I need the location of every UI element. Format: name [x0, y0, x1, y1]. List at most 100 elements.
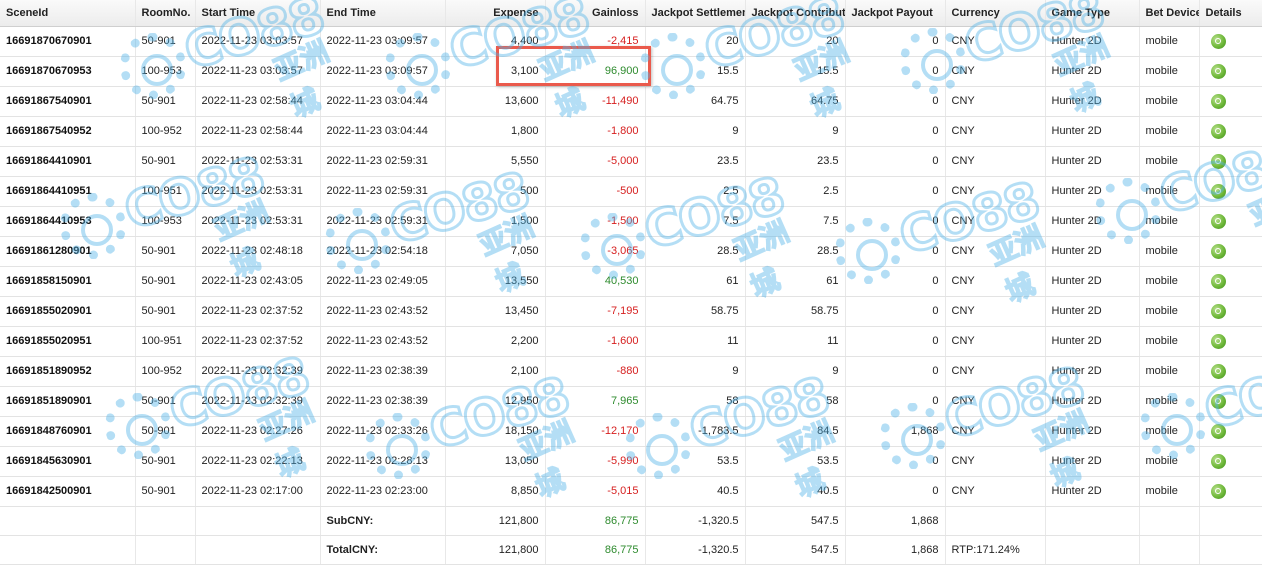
header-game-type[interactable]: Game Type: [1045, 0, 1140, 27]
header-jackpot-contribution[interactable]: Jackpot Contribution: [745, 0, 846, 27]
cell-currency: CNY: [945, 326, 1046, 357]
cell-jackpot-settlement: 20: [645, 26, 746, 57]
cell-jackpot-contribution: 64.75: [745, 86, 846, 117]
table-row: 16691870670901 50-901 2022-11-23 03:03:57 2…: [0, 26, 1262, 57]
magnifier-icon[interactable]: [1210, 33, 1226, 49]
header-scene-id[interactable]: SceneId: [0, 0, 136, 27]
magnifier-icon[interactable]: [1210, 123, 1226, 139]
total-expense: 121,800: [445, 535, 546, 565]
magnifier-icon[interactable]: [1210, 453, 1226, 469]
cell-room-no: 100-953: [135, 206, 196, 237]
cell-bet-device: mobile: [1139, 56, 1200, 87]
cell-end-time: 2022-11-23 02:59:31: [320, 206, 446, 237]
magnifier-icon[interactable]: [1210, 423, 1226, 439]
cell-jackpot-payout: 0: [845, 386, 946, 417]
cell-jackpot-payout: 0: [845, 446, 946, 477]
magnifier-icon[interactable]: [1210, 363, 1226, 379]
cell-bet-device: mobile: [1139, 116, 1200, 147]
magnifier-icon[interactable]: [1210, 273, 1226, 289]
cell-expense: 7,050: [445, 236, 546, 267]
cell-currency: CNY: [945, 356, 1046, 387]
magnifier-icon[interactable]: [1210, 153, 1226, 169]
cell-room-no: 100-951: [135, 326, 196, 357]
header-bet-device[interactable]: Bet Device: [1139, 0, 1200, 27]
total-jackpot-contribution: 547.5: [745, 535, 846, 565]
magnifier-icon[interactable]: [1210, 63, 1226, 79]
magnifier-icon[interactable]: [1210, 393, 1226, 409]
magnifier-icon[interactable]: [1210, 93, 1226, 109]
empty-cell: [1139, 535, 1200, 565]
cell-currency: CNY: [945, 416, 1046, 447]
cell-room-no: 50-901: [135, 266, 196, 297]
cell-jackpot-payout: 0: [845, 296, 946, 327]
magnifier-icon[interactable]: [1210, 483, 1226, 499]
cell-currency: CNY: [945, 146, 1046, 177]
magnifier-icon[interactable]: [1210, 333, 1226, 349]
cell-currency: CNY: [945, 86, 1046, 117]
cell-jackpot-settlement: 58.75: [645, 296, 746, 327]
cell-room-no: 50-901: [135, 26, 196, 57]
cell-start-time: 2022-11-23 02:37:52: [195, 296, 321, 327]
header-jackpot-settlement[interactable]: Jackpot Settlement: [645, 0, 746, 27]
cell-room-no: 100-952: [135, 116, 196, 147]
cell-start-time: 2022-11-23 02:58:44: [195, 86, 321, 117]
cell-game-type: Hunter 2D: [1045, 416, 1140, 447]
header-room-no[interactable]: RoomNo.: [135, 0, 196, 27]
table-row: 16691848760901 50-901 2022-11-23 02:27:26 2…: [0, 416, 1262, 447]
header-jackpot-payout[interactable]: Jackpot Payout: [845, 0, 946, 27]
game-records-table: SceneId RoomNo. Start Time End Time Expe…: [0, 0, 1262, 565]
table-body: 16691870670901 50-901 2022-11-23 03:03:57 2…: [0, 26, 1262, 507]
cell-jackpot-payout: 1,868: [845, 416, 946, 447]
header-expense[interactable]: Expense: [445, 0, 546, 27]
cell-gainloss: -5,000: [545, 146, 646, 177]
cell-jackpot-settlement: 15.5: [645, 56, 746, 87]
cell-gainloss: -2,415: [545, 26, 646, 57]
cell-jackpot-settlement: 64.75: [645, 86, 746, 117]
header-end-time[interactable]: End Time: [320, 0, 446, 27]
cell-details: [1199, 386, 1262, 417]
cell-game-type: Hunter 2D: [1045, 386, 1140, 417]
table-row: 16691842500901 50-901 2022-11-23 02:17:00 2…: [0, 476, 1262, 507]
cell-end-time: 2022-11-23 02:54:18: [320, 236, 446, 267]
table-row: 16691861280901 50-901 2022-11-23 02:48:18 2…: [0, 236, 1262, 267]
cell-jackpot-settlement: 9: [645, 116, 746, 147]
cell-jackpot-settlement: 23.5: [645, 146, 746, 177]
magnifier-icon[interactable]: [1210, 243, 1226, 259]
cell-gainloss: -1,500: [545, 206, 646, 237]
cell-expense: 8,850: [445, 476, 546, 507]
empty-cell: [195, 506, 321, 536]
header-start-time[interactable]: Start Time: [195, 0, 321, 27]
magnifier-icon[interactable]: [1210, 183, 1226, 199]
cell-jackpot-contribution: 53.5: [745, 446, 846, 477]
cell-jackpot-settlement: 28.5: [645, 236, 746, 267]
magnifier-icon[interactable]: [1210, 303, 1226, 319]
cell-expense: 3,100: [445, 56, 546, 87]
cell-currency: CNY: [945, 206, 1046, 237]
magnifier-icon[interactable]: [1210, 213, 1226, 229]
cell-start-time: 2022-11-23 02:48:18: [195, 236, 321, 267]
total-jackpot-payout: 1,868: [845, 535, 946, 565]
header-gainloss[interactable]: Gainloss: [545, 0, 646, 27]
cell-bet-device: mobile: [1139, 86, 1200, 117]
cell-end-time: 2022-11-23 02:59:31: [320, 146, 446, 177]
cell-jackpot-payout: 0: [845, 176, 946, 207]
cell-end-time: 2022-11-23 03:04:44: [320, 116, 446, 147]
cell-bet-device: mobile: [1139, 206, 1200, 237]
cell-start-time: 2022-11-23 02:53:31: [195, 176, 321, 207]
cell-currency: CNY: [945, 176, 1046, 207]
cell-scene-id: 16691851890901: [0, 386, 136, 417]
cell-bet-device: mobile: [1139, 356, 1200, 387]
cell-end-time: 2022-11-23 02:49:05: [320, 266, 446, 297]
cell-end-time: 2022-11-23 03:09:57: [320, 56, 446, 87]
table-row: 16691864410901 50-901 2022-11-23 02:53:31 2…: [0, 146, 1262, 177]
header-details[interactable]: Details: [1199, 0, 1262, 27]
table-row: 16691851890952 100-952 2022-11-23 02:32:39…: [0, 356, 1262, 387]
cell-jackpot-contribution: 58.75: [745, 296, 846, 327]
empty-cell: [1199, 535, 1262, 565]
empty-cell: [1045, 506, 1140, 536]
cell-game-type: Hunter 2D: [1045, 476, 1140, 507]
cell-expense: 4,400: [445, 26, 546, 57]
header-currency[interactable]: Currency: [945, 0, 1046, 27]
cell-gainloss: -12,170: [545, 416, 646, 447]
cell-game-type: Hunter 2D: [1045, 26, 1140, 57]
